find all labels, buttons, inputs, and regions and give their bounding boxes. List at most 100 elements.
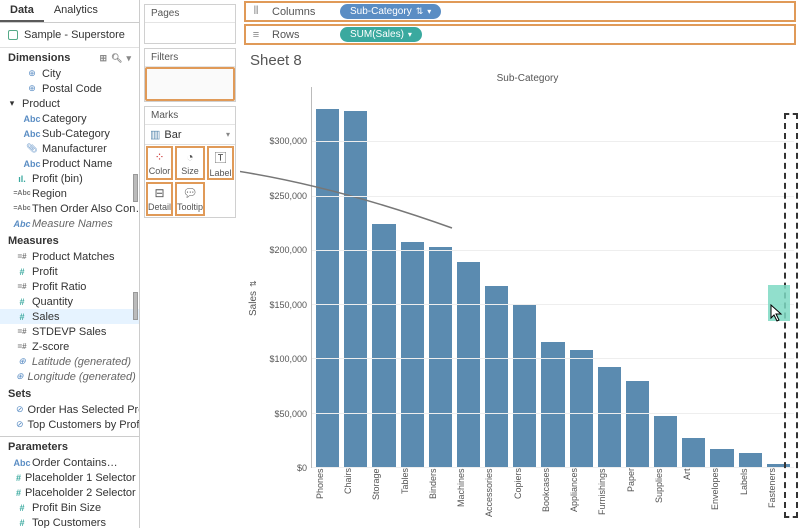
sheet-title[interactable]: Sheet 8 [240,46,800,73]
rows-label: Rows [272,29,332,41]
dimension-item[interactable]: AbcMeasure Names [0,216,139,231]
bar[interactable] [570,350,593,467]
group-icon: 📎︎ [26,143,38,154]
measure-label: Product Matches [32,251,115,263]
x-tick: Furnishings [597,468,620,524]
rows-pill[interactable]: SUM(Sales) ▾ [340,27,422,42]
y-tick: $300,000 [269,136,307,146]
dimensions-list: ⊕City ⊕ Postal Code▾ProductAbcCategoryAbcS… [0,66,139,231]
measure-label: Z-score [32,341,69,353]
number-icon: # [16,312,28,322]
x-tick: Phones [315,468,338,524]
filters-card[interactable]: Filters [144,48,236,102]
gridline [312,413,794,414]
view-grid-icon[interactable]: ⊞ [99,53,107,64]
columns-pill[interactable]: Sub-Category ⇅ ▾ [340,4,441,19]
mark-type-label: Bar [164,129,181,141]
x-tick: Appliances [569,468,592,524]
measure-item[interactable]: =#Profit Ratio [0,279,139,294]
set-item[interactable]: ⊘Order Has Selected Pro… [0,402,139,417]
measure-item[interactable]: #Quantity [0,294,139,309]
dimension-label: Postal Code [42,83,102,95]
bar[interactable] [429,247,452,467]
dimensions-header: Dimensions ⊞🔍︎▾ [0,48,139,66]
measure-item[interactable]: =# Product Matches [0,249,139,264]
parameter-item[interactable]: #Profit Bin Size [0,500,139,515]
x-tick: Tables [400,468,423,524]
dimension-item[interactable]: AbcProduct Name [0,156,139,171]
measure-item[interactable]: =#Z-score [0,339,139,354]
bar[interactable] [682,438,705,467]
gridline [312,250,794,251]
bar[interactable] [485,286,508,467]
dimension-item[interactable]: =AbcRegion [0,186,139,201]
dimension-item[interactable]: AbcCategory [0,111,139,126]
tab-analytics[interactable]: Analytics [44,0,108,22]
parameter-item[interactable]: #Top Customers [0,515,139,528]
y-tick: $100,000 [269,354,307,364]
measure-item[interactable]: #Sales [0,309,139,324]
parameter-label: Order Contains… [32,457,118,469]
bar[interactable] [457,262,480,467]
search-icon[interactable]: 🔍︎ [111,53,122,64]
dimension-item[interactable]: =AbcThen Order Also Con… [0,201,139,216]
measure-item[interactable]: ⊕Longitude (generated) [0,369,139,384]
measures-scrollbar[interactable] [133,292,138,320]
plot-area[interactable] [311,87,794,468]
mark-tooltip[interactable]: 💬︎Tooltip [175,182,205,216]
dimensions-scrollbar[interactable] [133,174,138,202]
set-item[interactable]: ⊘Top Customers by Profit [0,417,139,432]
mark-color[interactable]: ⁘Color [146,146,173,180]
mark-detail[interactable]: ⊟Detail [146,182,173,216]
measure-item[interactable]: #Profit [0,264,139,279]
marks-card: Marks ▥ Bar ▾ ⁘Color ◔Size 🅃Label ⊟Detai… [144,106,236,218]
globe-icon: ⊕ [26,83,38,94]
chart: Sales⇅ Sub-Category $0$50,000$100,000$15… [240,73,800,528]
bar[interactable] [710,449,733,467]
dimension-item[interactable]: ⊕ Postal Code [0,81,139,96]
mark-label[interactable]: 🅃Label [207,146,234,180]
dimension-item[interactable]: ⊕City [0,66,139,81]
measure-item[interactable]: =#STDEVP Sales [0,324,139,339]
set-icon: ⊘ [16,404,24,415]
text-icon: Abc [16,458,28,468]
measure-label: Profit Ratio [32,281,86,293]
bar[interactable] [541,342,564,467]
parameter-item[interactable]: #Placeholder 2 Selector [0,485,139,500]
bar[interactable] [654,416,677,467]
y-tick: $150,000 [269,300,307,310]
parameter-item[interactable]: #Placeholder 1 Selector [0,470,139,485]
dimension-item[interactable]: ▾Product [0,96,139,111]
x-tick: Chairs [343,468,366,524]
measure-item[interactable]: ⊕Latitude (generated) [0,354,139,369]
parameter-label: Top Customers [32,517,106,528]
pages-card[interactable]: Pages [144,4,236,44]
calc-text-icon: =Abc [16,205,28,212]
data-source-row[interactable]: Sample - Superstore [0,23,139,48]
sets-list: ⊘Order Has Selected Pro…⊘Top Customers b… [0,402,139,432]
bar[interactable] [598,367,621,467]
dimension-item[interactable]: ıl.Profit (bin) [0,171,139,186]
x-tick: Paper [626,468,649,524]
menu-caret-icon[interactable]: ▾ [126,53,131,64]
bar[interactable] [401,242,424,467]
bar[interactable] [372,224,395,467]
rows-shelf[interactable]: ≡ Rows SUM(Sales) ▾ [244,24,796,45]
tab-data[interactable]: Data [0,0,44,22]
bar[interactable] [626,381,649,467]
rows-icon: ≡ [248,29,264,41]
number-icon: # [16,503,28,513]
dimension-item[interactable]: 📎︎Manufacturer [0,141,139,156]
pill-dropdown-icon: ▾ [427,7,431,16]
bar[interactable] [513,304,536,467]
columns-shelf[interactable]: ⦀ Columns Sub-Category ⇅ ▾ [244,1,796,22]
mark-size[interactable]: ◔Size [175,146,205,180]
dimension-item[interactable]: AbcSub-Category [0,126,139,141]
globe-icon: ⊕ [16,371,24,382]
parameter-item[interactable]: Abc Order Contains… [0,455,139,470]
calc-number-icon: =# [16,252,28,261]
bar[interactable] [739,453,762,467]
mark-type-select[interactable]: ▥ Bar ▾ [145,125,235,145]
number-icon: # [16,297,28,307]
data-source-name: Sample - Superstore [24,29,125,41]
